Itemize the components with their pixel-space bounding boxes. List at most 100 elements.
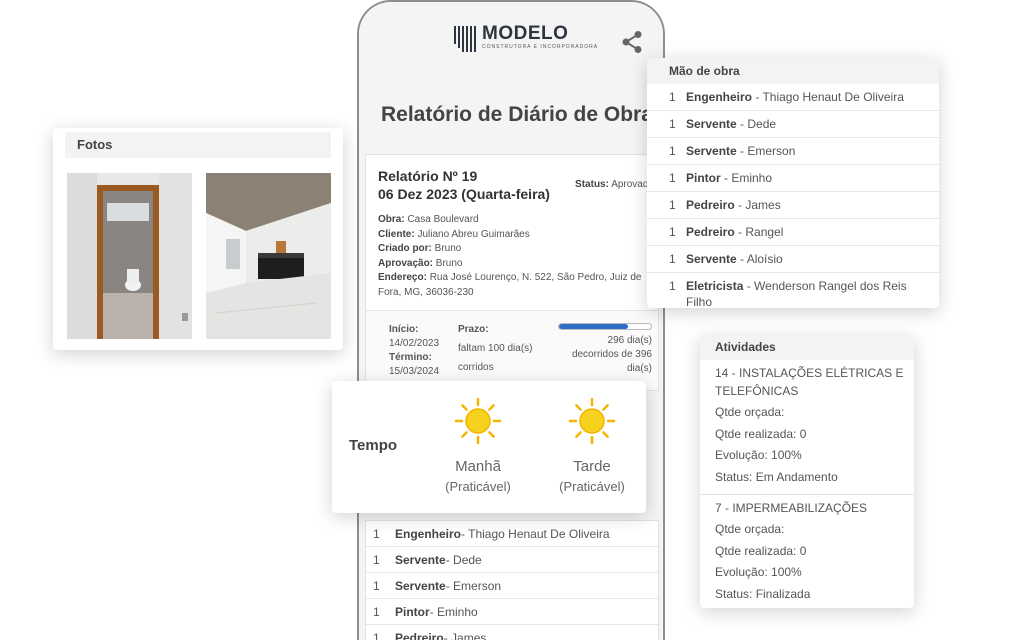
photo-bathroom[interactable]: [67, 173, 192, 339]
progress-bar: [558, 323, 652, 330]
weather-card: Tempo Manhã (Praticável) Tarde (Praticáv…: [332, 381, 646, 513]
list-item: 1 Servente - Dede: [366, 547, 658, 573]
text-label: Servente: [686, 117, 737, 131]
period-name: Tarde: [573, 458, 611, 475]
text-label: Qtde realizada: 0: [715, 543, 807, 558]
inicio-value: 14/02/2023: [389, 338, 440, 349]
text-label: Engenheiro: [395, 526, 462, 541]
text-label: Aprovação:: [378, 257, 434, 269]
text-label: Qtde orçada:: [715, 522, 785, 536]
text-label: 1: [373, 604, 380, 619]
text-label: Pintor: [686, 171, 721, 185]
activities-card: Atividades 14 - INSTALAÇÕES ELÉTRICAS E …: [700, 335, 914, 608]
text-label: Status: Finalizada: [715, 586, 811, 601]
text-label: - Emerson: [736, 144, 796, 158]
text-label: 14 - INSTALAÇÕES ELÉTRICAS E TELEFÔNICAS: [715, 366, 904, 398]
table-row: 1 Pedreiro - James: [647, 192, 939, 219]
status-badge: Status: Aprovado: [575, 179, 654, 190]
table-row: 1 Pintor - Eminho: [647, 165, 939, 192]
period-condition: (Praticável): [559, 479, 625, 494]
text-label: 1: [669, 90, 676, 104]
text-label: Qtde orçada:: [715, 405, 785, 419]
stage: MODELO CONSTRUTORA E INCORPORADORA Relat…: [0, 0, 1024, 640]
obra-value: Casa Boulevard: [407, 214, 479, 225]
text-label: Servente: [686, 252, 737, 266]
cliente-value: Juliano Abreu Guimarães: [417, 228, 530, 240]
text-label: Status:: [575, 179, 609, 190]
text-label: 1: [669, 144, 676, 158]
criado-value: Bruno: [434, 243, 462, 254]
progress-bar-fill: [559, 324, 628, 329]
text-label: 296 dia(s): [607, 335, 652, 346]
text-label: Evolução: 100%: [715, 565, 802, 579]
text-label: Servente: [395, 578, 446, 593]
text-label: - Rangel: [734, 225, 784, 239]
text-label: Término:: [389, 352, 432, 363]
text-label: dia(s): [626, 363, 652, 374]
list-item: 1 Pedreiro - James: [366, 625, 658, 640]
text-label: 1: [373, 578, 380, 593]
brand-name: MODELO: [482, 23, 569, 44]
table-row: 1 Eletricista - Wenderson Rangel dos Reis…: [647, 273, 939, 315]
text-label: Obra:: [378, 214, 405, 225]
phone-labor-list: 1 Engenheiro - Thiago Henaut De Oliveira …: [365, 520, 659, 640]
table-row: 1 Servente - Aloísio: [647, 246, 939, 273]
brand-logo: MODELO CONSTRUTORA E INCORPORADORA: [454, 24, 598, 52]
period-name: Manhã: [455, 458, 501, 475]
labor-title: Mão de obra: [647, 58, 939, 84]
text-label: Eletricista: [686, 279, 744, 293]
text-label: - Aloísio: [736, 252, 783, 266]
text-label: 1: [669, 225, 676, 239]
logo-bars-icon: [454, 26, 476, 52]
app-header: MODELO CONSTRUTORA E INCORPORADORA: [359, 2, 663, 82]
text-label: - Dede: [736, 117, 777, 131]
text-label: - Eminho: [429, 604, 478, 619]
photos-title: Fotos: [65, 132, 331, 158]
activities-title: Atividades: [700, 335, 914, 360]
period-condition: (Praticável): [445, 479, 511, 494]
list-item: 1 Pintor - Eminho: [366, 599, 658, 625]
text-label: Pedreiro: [686, 198, 735, 212]
text-label: 1: [373, 552, 380, 567]
report-meta: Obra: Casa Boulevard Cliente: Juliano Ab…: [378, 213, 648, 300]
text-label: Prazo:: [458, 324, 489, 335]
text-label: Pedreiro: [686, 225, 735, 239]
text-label: 1: [669, 279, 676, 293]
text-label: Engenheiro: [686, 90, 753, 104]
weather-afternoon: Tarde (Praticável): [542, 397, 642, 494]
aprovacao-value: Bruno: [435, 257, 463, 269]
photos-card: Fotos: [53, 128, 343, 350]
text-label: Qtde realizada: 0: [715, 426, 807, 441]
text-label: Endereço:: [378, 272, 427, 283]
list-item: 1 Servente - Emerson: [366, 573, 658, 599]
text-label: Servente: [395, 552, 446, 567]
text-label: Servente: [686, 144, 737, 158]
photo-living-room[interactable]: [206, 173, 331, 339]
table-row: 1 Pedreiro - Rangel: [647, 219, 939, 246]
table-row: 1 Engenheiro - Thiago Henaut De Oliveira: [647, 84, 939, 111]
activity-item: 14 - INSTALAÇÕES ELÉTRICAS E TELEFÔNICAS…: [700, 360, 914, 494]
text-label: Cliente:: [378, 228, 415, 240]
text-label: 1: [373, 630, 380, 640]
termino-value: 15/03/2024: [389, 366, 440, 377]
text-label: 1: [669, 117, 676, 131]
weather-title: Tempo: [349, 437, 398, 454]
text-label: decorridos de 396: [571, 349, 652, 360]
report-summary-card: Relatório Nº 19 06 Dez 2023 (Quarta-feir…: [365, 154, 659, 391]
text-label: Status: Em Andamento: [715, 469, 838, 484]
text-label: Início:: [389, 324, 419, 335]
text-label: Criado por:: [378, 243, 432, 254]
text-label: - Thiago Henaut De Oliveira: [752, 90, 904, 104]
list-item: 1 Engenheiro - Thiago Henaut De Oliveira: [366, 521, 658, 547]
text-label: 1: [373, 526, 380, 541]
text-label: - Dede: [445, 552, 482, 567]
text-label: - Emerson: [445, 578, 502, 593]
text-label: Evolução: 100%: [715, 448, 802, 462]
sun-icon: [454, 397, 502, 445]
share-icon[interactable]: [621, 30, 643, 54]
table-row: 1 Servente - Emerson: [647, 138, 939, 165]
page-title: Relatório de Diário de Obra: [381, 103, 653, 126]
text-label: 7 - IMPERMEABILIZAÇÕES: [715, 501, 868, 515]
text-label: Pintor: [395, 604, 430, 619]
text-label: - James: [734, 198, 781, 212]
